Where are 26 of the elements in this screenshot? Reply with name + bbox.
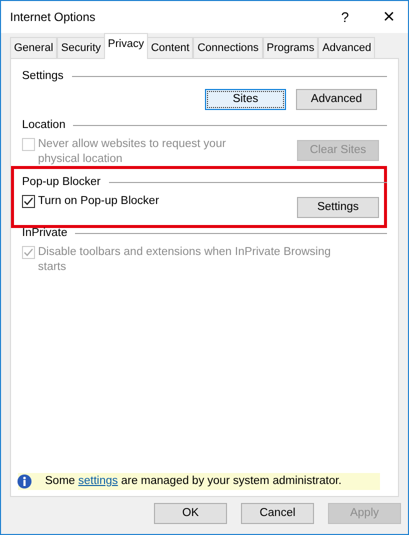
info-icon: [17, 474, 32, 489]
dialog-button[interactable]: OK: [154, 503, 227, 524]
tab[interactable]: Programs: [262, 37, 318, 59]
dialog-button[interactable]: Cancel: [241, 503, 314, 524]
group-heading: Settings: [22, 69, 64, 84]
help-button[interactable]: ?: [330, 6, 360, 28]
checkbox-label: Turn on Pop-up Blocker: [38, 194, 160, 209]
checkbox-label: Disable toolbars and extensions when InPrivate Browsing starts: [38, 245, 332, 276]
checkbox[interactable]: [22, 195, 35, 208]
group-heading: Pop-up Blocker: [22, 175, 101, 190]
dialog-button[interactable]: Sites: [205, 89, 286, 110]
info-message: Some settings are managed by your system administrator.: [45, 474, 342, 489]
tab[interactable]: Privacy: [104, 33, 148, 59]
group-heading: Location: [22, 118, 66, 133]
tab[interactable]: Security: [57, 37, 105, 59]
dialog-button[interactable]: Advanced: [296, 89, 377, 110]
window-title: Internet Options: [10, 9, 96, 26]
tab[interactable]: Advanced: [318, 37, 376, 59]
tab[interactable]: General: [10, 37, 58, 59]
tab[interactable]: Connections: [193, 37, 263, 59]
close-button[interactable]: ×: [374, 2, 404, 32]
tab[interactable]: Content: [146, 37, 194, 59]
group-heading: InPrivate: [22, 226, 68, 242]
checkbox-label: Never allow websites to request your physical location: [38, 137, 227, 167]
settings-link[interactable]: settings: [78, 474, 118, 487]
dialog-button[interactable]: Settings: [297, 197, 379, 218]
